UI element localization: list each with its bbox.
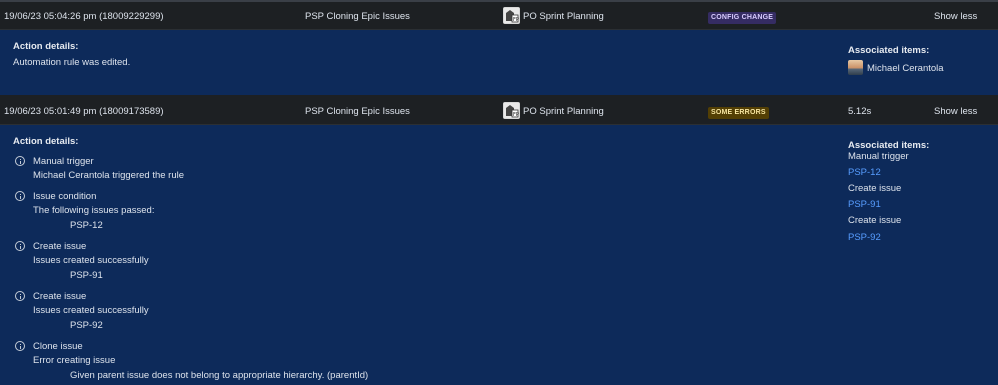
status-badge: CONFIG CHANGE xyxy=(708,12,777,24)
step-description: Issues created successfully xyxy=(33,255,149,266)
info-icon xyxy=(15,156,25,166)
audit-log-row[interactable]: 19/06/23 05:04:26 pm (18009229299) PSP C… xyxy=(0,2,998,30)
step-name: Create issue xyxy=(33,241,87,252)
project-name: PO Sprint Planning xyxy=(523,106,604,117)
row-detail-panel: Action details: Automation rule was edit… xyxy=(0,30,998,95)
associated-items-title: Associated items: xyxy=(848,140,930,151)
step-name: Issue condition xyxy=(33,191,97,202)
action-details-title: Action details: xyxy=(13,41,79,52)
associated-item: Manual trigger xyxy=(848,151,909,162)
row-date: 19/06/23 05:01:49 pm (18009173589) xyxy=(4,106,164,117)
step-sub-item: PSP-92 xyxy=(70,320,103,331)
associated-issue-link[interactable]: PSP-92 xyxy=(848,232,881,243)
step-sub-item: Given parent issue does not belong to ap… xyxy=(70,370,369,381)
associated-user[interactable]: Michael Cerantola xyxy=(867,63,944,74)
action-details-title: Action details: xyxy=(13,136,79,147)
project-avatar-icon: FP xyxy=(503,102,520,119)
step-name: Clone issue xyxy=(33,341,83,352)
step-description: Michael Cerantola triggered the rule xyxy=(33,170,185,181)
info-icon xyxy=(15,191,25,201)
step-description: Issues created successfully xyxy=(33,305,149,316)
row-duration: 5.12s xyxy=(848,106,872,117)
show-less-button[interactable]: Show less xyxy=(934,106,977,117)
project-avatar-icon: FP xyxy=(503,7,520,24)
row-detail-panel: Action details: Manual trigger Michael C… xyxy=(0,126,998,385)
step-name: Manual trigger xyxy=(33,156,94,167)
svg-text:FP: FP xyxy=(513,112,519,118)
associated-issue-link[interactable]: PSP-12 xyxy=(848,167,881,178)
associated-issue-link[interactable]: PSP-91 xyxy=(848,199,881,210)
step-name: Create issue xyxy=(33,291,87,302)
step-description: The following issues passed: xyxy=(33,205,155,216)
audit-log-row[interactable]: 19/06/23 05:01:49 pm (18009173589) PSP C… xyxy=(0,97,998,125)
show-less-button[interactable]: Show less xyxy=(934,11,977,22)
row-rule-name[interactable]: PSP Cloning Epic Issues xyxy=(305,106,410,117)
row-date: 19/06/23 05:04:26 pm (18009229299) xyxy=(4,11,164,22)
associated-item: Create issue xyxy=(848,215,902,226)
step-sub-item: PSP-12 xyxy=(70,220,103,231)
info-icon xyxy=(15,241,25,251)
step-sub-item: PSP-91 xyxy=(70,270,103,281)
info-icon xyxy=(15,341,25,351)
user-avatar-icon xyxy=(848,60,863,75)
action-details-text: Automation rule was edited. xyxy=(13,57,131,68)
project-name: PO Sprint Planning xyxy=(523,11,604,22)
associated-item: Create issue xyxy=(848,183,902,194)
svg-text:FP: FP xyxy=(513,17,519,23)
info-icon xyxy=(15,291,25,301)
status-badge: SOME ERRORS xyxy=(708,107,769,119)
step-description: Error creating issue xyxy=(33,355,116,366)
associated-items-title: Associated items: xyxy=(848,45,930,56)
row-rule-name[interactable]: PSP Cloning Epic Issues xyxy=(305,11,410,22)
